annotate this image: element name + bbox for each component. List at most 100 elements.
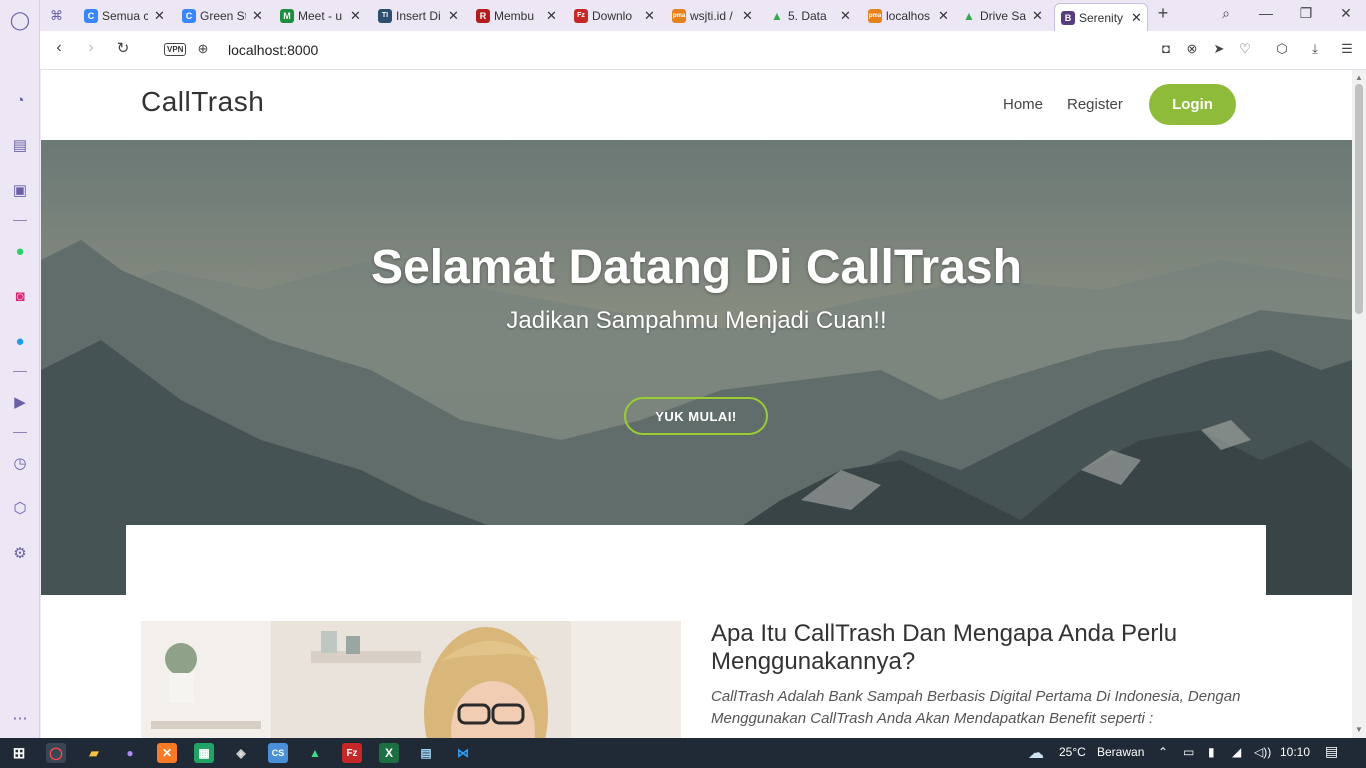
tab-close-icon[interactable]: ✕ [938,8,949,24]
excel-icon[interactable]: X [379,743,399,763]
tab-close-icon[interactable]: ✕ [1032,8,1043,24]
tab-title: wsjti.id / [690,8,733,23]
easy-setup-icon[interactable]: ☰ [1338,41,1356,57]
tab-title: Downlo [592,8,633,23]
opera-taskbar-icon[interactable]: ◯ [46,743,66,763]
yuk-mulai-button[interactable]: YUK MULAI! [624,397,768,435]
filezilla-icon[interactable]: Fz [342,743,362,763]
tab-title: Meet - u [298,8,343,23]
scroll-down-icon[interactable]: ▼ [1355,725,1363,734]
xampp-icon[interactable]: ✕ [157,743,177,763]
tab-4[interactable]: R Membu ✕ [476,3,566,28]
tab-close-icon[interactable]: ✕ [840,8,851,24]
player-icon[interactable]: ▶ [9,391,31,413]
wifi-icon[interactable]: ◢ [1232,745,1241,759]
login-button[interactable]: Login [1149,84,1236,125]
tab-favicon-icon: Fz [574,8,588,23]
send-icon[interactable]: ➤ [1210,41,1228,57]
snapshot-icon[interactable]: ◘ [1157,41,1175,56]
speed-dial-icon[interactable]: ◔ [9,89,31,111]
microphone-icon[interactable]: ▮ [1208,745,1215,759]
tab-1[interactable]: C Green St ✕ [182,3,272,28]
app-icon-6[interactable]: ◈ [231,743,251,763]
nav-home-link[interactable]: Home [1003,96,1043,113]
tab-9[interactable]: ▲ Drive Sa ✕ [962,3,1054,28]
gaming-tab-icon[interactable]: ⌘ [50,3,76,28]
extensions-icon[interactable]: ⬡ [9,497,31,519]
weather-cloud-icon[interactable]: ☁ [1028,743,1044,763]
clock-time[interactable]: 10:10 [1280,745,1310,759]
file-explorer-icon[interactable]: ▰ [84,743,104,763]
tab-close-icon[interactable]: ✕ [154,8,165,24]
tab-6[interactable]: pma wsjti.id / ✕ [672,3,762,28]
tab-title: Green St [200,8,246,23]
weather-description[interactable]: Berawan [1097,745,1144,759]
volume-icon[interactable]: ◁)) [1254,745,1271,759]
tab-title: Semua c [102,8,148,23]
opera-logo-icon[interactable]: ◯ [9,9,31,31]
tab-8[interactable]: pma localhos ✕ [868,3,958,28]
restore-icon[interactable]: ❐ [1296,5,1316,22]
sheets-app-icon[interactable]: ▦ [194,743,214,763]
cube-icon[interactable]: ⬡ [1273,41,1291,57]
tab-close-icon[interactable]: ✕ [644,8,655,24]
whatsapp-icon[interactable]: ● [9,240,31,262]
forward-icon[interactable]: › [80,39,102,57]
tab-search-icon[interactable]: ⌕ [1216,5,1236,22]
tab-2[interactable]: M Meet - u ✕ [280,3,370,28]
about-title: Apa Itu CallTrash Dan Mengapa Anda Perlu… [711,620,1178,675]
tab-5[interactable]: Fz Downlo ✕ [574,3,664,28]
vscode-icon[interactable]: ⋈ [453,743,473,763]
woman-photo-image [141,621,681,738]
windows-start-icon[interactable]: ⊞ [9,743,29,763]
url-field[interactable]: localhost:8000 [228,42,318,58]
new-tab-button[interactable]: + [1153,3,1173,24]
about-card: Apa Itu CallTrash Dan Mengapa Anda Perlu… [126,525,1266,738]
twitch-icon[interactable]: ▣ [9,179,31,201]
battery-icon[interactable]: ▭ [1183,745,1194,759]
adblock-icon[interactable]: ⊗ [1183,41,1201,57]
favorite-heart-icon[interactable]: ♡ [1236,41,1254,57]
site-navbar: CallTrash Home Register Login [41,70,1352,140]
app-icon-7[interactable]: CS [268,743,288,763]
notepad-icon[interactable]: ▤ [416,743,436,763]
tab-close-icon[interactable]: ✕ [350,8,361,24]
address-bar: ‹ › ↻ VPN ⊕ localhost:8000 ◘ ⊗ ➤ ♡ ⬡ ⤓ ☰ [40,31,1366,70]
tab-close-icon[interactable]: ✕ [546,8,557,24]
downloads-icon[interactable]: ⤓ [1306,41,1324,57]
nav-register-link[interactable]: Register [1067,96,1123,113]
settings-gear-icon[interactable]: ⚙ [9,542,31,564]
tab-0[interactable]: C Semua c ✕ [84,3,174,28]
minimize-icon[interactable]: — [1256,5,1276,21]
about-description: CallTrash Adalah Bank Sampah Berbasis Di… [711,688,1241,727]
tab-close-icon[interactable]: ✕ [742,8,753,24]
weather-temp[interactable]: 25°C [1059,745,1086,759]
tab-close-icon[interactable]: ✕ [448,8,459,24]
history-icon[interactable]: ◷ [9,452,31,474]
page-scrollbar[interactable]: ▲ ▼ [1352,70,1366,738]
android-studio-icon[interactable]: ▲ [305,743,325,763]
tab-7[interactable]: ▲ 5. Data ✕ [770,3,860,28]
back-icon[interactable]: ‹ [48,39,70,57]
tray-chevron-icon[interactable]: ⌃ [1158,745,1168,759]
scroll-thumb[interactable] [1355,84,1363,314]
more-icon[interactable]: ⋯ [9,707,31,729]
vpn-badge[interactable]: VPN [164,43,187,56]
notifications-icon[interactable]: ▤ [1325,743,1338,760]
tab-favicon-icon: C [84,8,98,23]
reload-icon[interactable]: ↻ [112,39,134,57]
github-desktop-icon[interactable]: ● [120,743,140,763]
twitter-icon[interactable]: ● [9,330,31,352]
tab-close-icon[interactable]: ✕ [252,8,263,24]
site-brand[interactable]: CallTrash [141,86,264,118]
tab-close-icon[interactable]: ✕ [1131,10,1142,26]
instagram-icon[interactable]: ◙ [9,285,31,307]
workspaces-icon[interactable]: ▤ [9,134,31,156]
tab-10-active[interactable]: B Serenity ✕ [1054,3,1148,31]
tab-bar: ⌘ C Semua c ✕ C Green St ✕ M Meet - u ✕ … [40,0,1366,31]
tab-3[interactable]: TI Insert Di ✕ [378,3,468,28]
close-window-icon[interactable]: ✕ [1336,5,1356,22]
globe-icon[interactable]: ⊕ [192,41,214,57]
tab-favicon-icon: TI [378,8,392,23]
scroll-up-icon[interactable]: ▲ [1355,73,1363,82]
